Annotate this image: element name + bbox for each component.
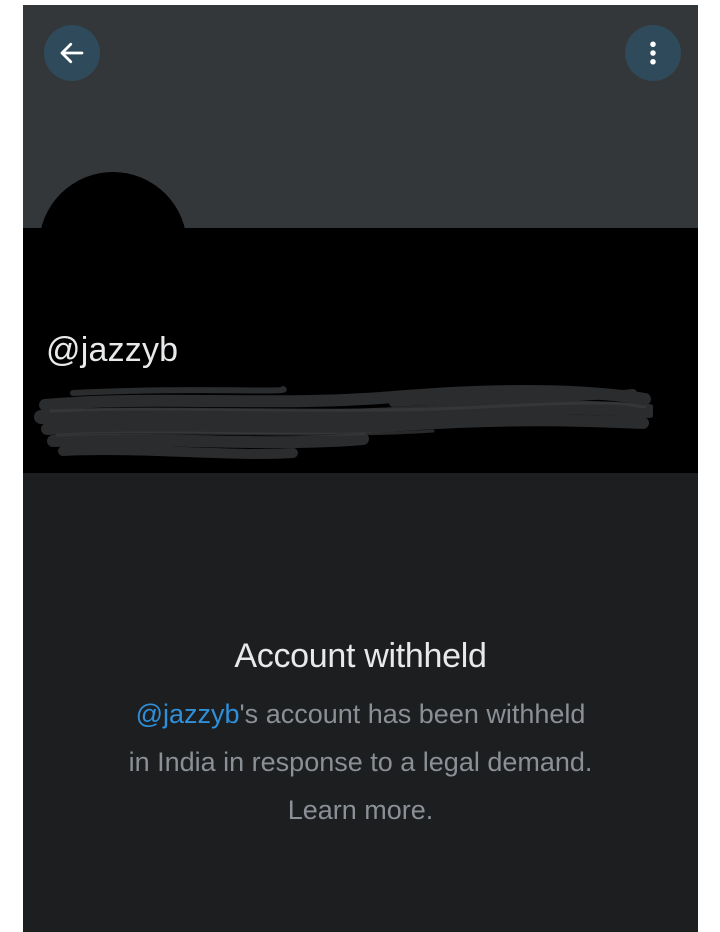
learn-more-link[interactable]: Learn more. (288, 795, 434, 825)
redacted-bio-scribble (34, 385, 653, 459)
withheld-message: @jazzyb's account has been withheld in I… (23, 690, 698, 834)
withheld-message-line1: 's account has been withheld (239, 699, 586, 729)
profile-handle: @jazzyb (46, 331, 179, 369)
withheld-notice: Account withheld @jazzyb's account has b… (23, 637, 698, 834)
arrow-left-icon (60, 42, 84, 64)
withheld-title: Account withheld (234, 637, 487, 675)
withheld-message-line2: in India in response to a legal demand. (128, 747, 593, 777)
more-options-button[interactable] (625, 25, 681, 81)
more-vertical-icon (650, 41, 656, 65)
mention-link[interactable]: @jazzyb (136, 699, 240, 729)
back-button[interactable] (44, 25, 100, 81)
profile-screen: @jazzyb Account withheld @jazzyb's accou… (23, 5, 698, 932)
